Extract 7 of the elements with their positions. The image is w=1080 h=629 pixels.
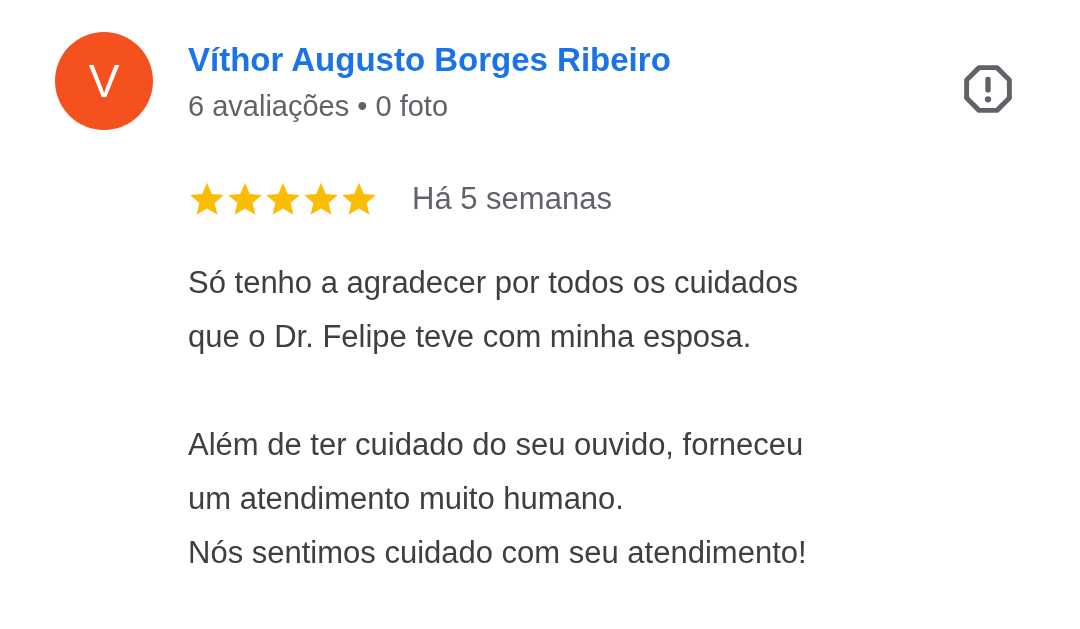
review-date: Há 5 semanas [412, 181, 612, 217]
avatar: V [55, 32, 153, 130]
report-icon[interactable] [961, 62, 1015, 116]
author-name[interactable]: Víthor Augusto Borges Ribeiro [188, 40, 961, 80]
review-text: Só tenho a agradecer por todos os cuidados que o Dr. Felipe teve com minha esposa. [188, 264, 800, 356]
review-text: Além de ter cuidado do seu ouvido, forneceu um atendimento muito humano. Nós sentimos cuidado com seu atendimento! [188, 426, 808, 572]
review-count: 6 avaliações • 0 foto [188, 89, 450, 124]
